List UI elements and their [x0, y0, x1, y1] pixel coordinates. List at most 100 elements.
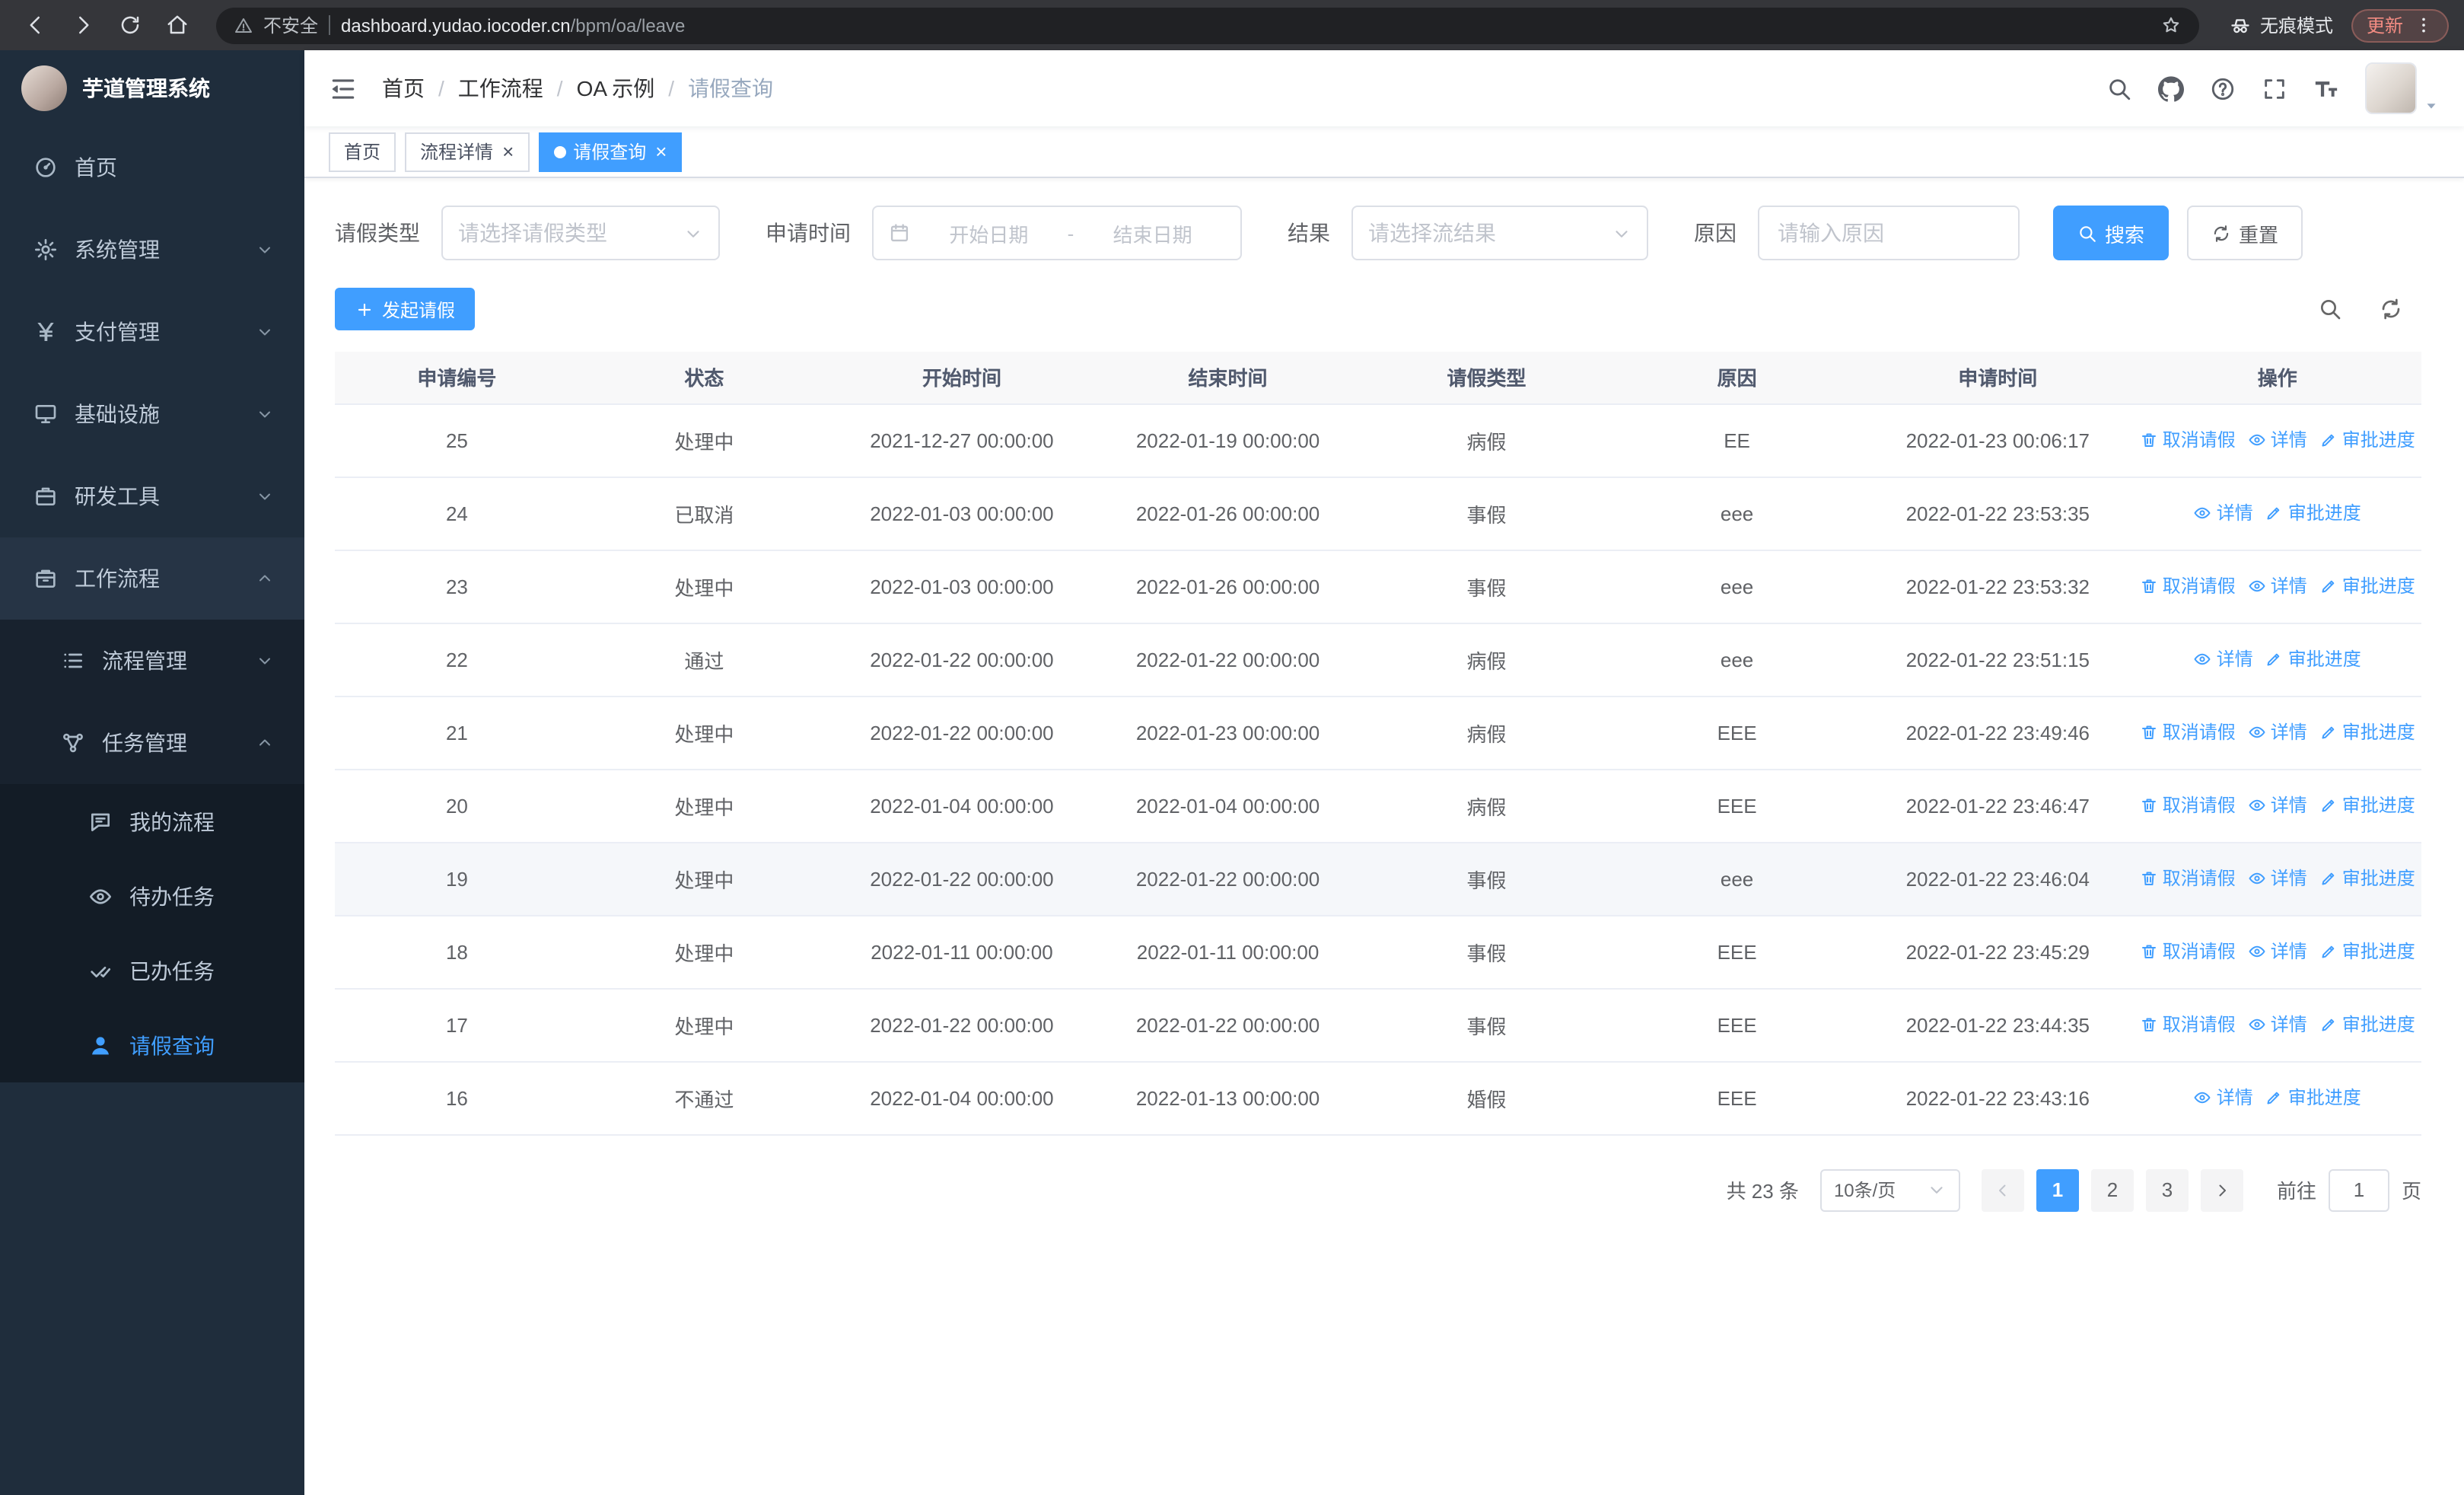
cancel-leave-link[interactable]: 取消请假 [2140, 792, 2236, 818]
detail-link[interactable]: 详情 [2248, 719, 2307, 745]
address-bar[interactable]: 不安全 dashboard.yudao.iocoder.cn/bpm/oa/le… [216, 7, 2199, 43]
close-tab-icon[interactable]: × [655, 142, 667, 161]
cell-leave-type: 事假 [1361, 988, 1612, 1062]
action-label: 审批进度 [2287, 502, 2361, 524]
cancel-leave-link[interactable]: 取消请假 [2140, 939, 2236, 964]
page-size-select[interactable]: 10条/页 [1819, 1168, 1960, 1211]
cell-start-time: 2022-01-22 00:00:00 [829, 842, 1095, 916]
sidebar-item-payment-management[interactable]: 支付管理 [0, 291, 304, 373]
result-select[interactable]: 请选择流结果 [1351, 206, 1648, 260]
cancel-leave-link[interactable]: 取消请假 [2140, 427, 2236, 453]
sidebar-toggle-icon[interactable] [329, 74, 358, 103]
browser-reload-icon[interactable] [110, 14, 151, 37]
edit-icon [2319, 723, 2338, 741]
breadcrumb-separator: / [438, 76, 444, 100]
detail-link[interactable]: 详情 [2248, 939, 2307, 964]
progress-link[interactable]: 审批进度 [2319, 939, 2415, 964]
refresh-table-icon[interactable] [2379, 297, 2403, 321]
cell-leave-type: 事假 [1361, 477, 1612, 550]
sidebar-item-todo-tasks[interactable]: 待办任务 [0, 859, 304, 933]
page-button-3[interactable]: 3 [2145, 1168, 2189, 1211]
breadcrumb-item[interactable]: 工作流程 [458, 73, 543, 104]
cell-status: 处理中 [578, 550, 829, 623]
sidebar-item-system-management[interactable]: 系统管理 [0, 209, 304, 291]
edit-icon [2265, 650, 2284, 668]
apply-time-range-picker[interactable]: 开始日期 - 结束日期 [872, 206, 1242, 260]
close-tab-icon[interactable]: × [502, 142, 514, 161]
progress-link[interactable]: 审批进度 [2265, 646, 2361, 672]
action-label: 详情 [2216, 649, 2253, 671]
header-search-icon[interactable] [2106, 75, 2132, 101]
sidebar-item-task-management[interactable]: 任务管理 [0, 702, 304, 784]
breadcrumb-item[interactable]: 首页 [382, 73, 425, 104]
sidebar-item-done-tasks[interactable]: 已办任务 [0, 933, 304, 1008]
sidebar-item-my-process[interactable]: 我的流程 [0, 784, 304, 859]
cancel-leave-link[interactable]: 取消请假 [2140, 719, 2236, 745]
progress-link[interactable]: 审批进度 [2319, 865, 2415, 891]
fullscreen-icon[interactable] [2262, 75, 2287, 101]
cancel-leave-link[interactable]: 取消请假 [2140, 865, 2236, 891]
detail-link[interactable]: 详情 [2248, 792, 2307, 818]
goto-page-input[interactable] [2328, 1168, 2389, 1211]
progress-link[interactable]: 审批进度 [2319, 573, 2415, 599]
progress-link[interactable]: 审批进度 [2319, 427, 2415, 453]
toggle-search-icon[interactable] [2318, 297, 2342, 321]
progress-link[interactable]: 审批进度 [2319, 719, 2415, 745]
detail-link[interactable]: 详情 [2248, 865, 2307, 891]
sidebar-item-process-management[interactable]: 流程管理 [0, 620, 304, 702]
detail-link[interactable]: 详情 [2194, 500, 2253, 526]
sidebar-item-label: 流程管理 [102, 649, 187, 673]
cell-end-time: 2022-01-26 00:00:00 [1094, 550, 1362, 623]
cancel-leave-link[interactable]: 取消请假 [2140, 573, 2236, 599]
user-avatar-menu[interactable] [2365, 62, 2440, 114]
breadcrumb-item[interactable]: OA 示例 [577, 73, 655, 104]
progress-link[interactable]: 审批进度 [2265, 500, 2361, 526]
detail-link[interactable]: 详情 [2194, 1085, 2253, 1111]
leave-type-select[interactable]: 请选择请假类型 [441, 206, 720, 260]
help-icon[interactable] [2210, 75, 2236, 101]
sidebar-item-dev-tools[interactable]: 研发工具 [0, 455, 304, 537]
next-page-button[interactable] [2200, 1168, 2243, 1211]
reason-input[interactable] [1758, 206, 2020, 260]
cancel-icon [2140, 869, 2158, 888]
detail-link[interactable]: 详情 [2248, 1012, 2307, 1038]
browser-menu-icon[interactable] [2414, 15, 2434, 35]
detail-link[interactable]: 详情 [2248, 573, 2307, 599]
tab-process-detail[interactable]: 流程详情 × [405, 132, 530, 171]
breadcrumb-separator: / [668, 76, 675, 100]
browser-update-button[interactable]: 更新 [2351, 8, 2449, 42]
sidebar-item-home[interactable]: 首页 [0, 126, 304, 209]
reset-button[interactable]: 重置 [2187, 206, 2303, 260]
security-warning-icon[interactable] [234, 16, 253, 34]
cell-status: 已取消 [578, 477, 829, 550]
cell-start-time: 2022-01-22 00:00:00 [829, 623, 1095, 696]
progress-link[interactable]: 审批进度 [2319, 792, 2415, 818]
tab-home[interactable]: 首页 [329, 132, 396, 171]
cancel-leave-link[interactable]: 取消请假 [2140, 1012, 2236, 1038]
tab-leave-query[interactable]: 请假查询 × [538, 132, 683, 171]
app-logo[interactable]: 芋道管理系统 [0, 50, 304, 126]
github-icon[interactable] [2158, 75, 2184, 101]
detail-link[interactable]: 详情 [2194, 646, 2253, 672]
browser-forward-icon[interactable] [62, 14, 103, 37]
cell-status: 处理中 [578, 988, 829, 1062]
detail-link[interactable]: 详情 [2248, 427, 2307, 453]
breadcrumb-separator: / [556, 76, 563, 100]
progress-link[interactable]: 审批进度 [2265, 1085, 2361, 1111]
sidebar-item-workflow[interactable]: 工作流程 [0, 537, 304, 620]
row-actions: 详情 审批进度 [2133, 477, 2421, 550]
create-leave-button[interactable]: 发起请假 [335, 288, 476, 330]
sidebar-item-leave-query[interactable]: 请假查询 [0, 1008, 304, 1082]
bookmark-star-icon[interactable] [2161, 15, 2181, 35]
page-button-1[interactable]: 1 [2036, 1168, 2079, 1211]
font-size-icon[interactable] [2313, 75, 2339, 101]
progress-link[interactable]: 审批进度 [2319, 1012, 2415, 1038]
browser-back-icon[interactable] [15, 14, 56, 37]
page-button-2[interactable]: 2 [2090, 1168, 2134, 1211]
prev-page-button[interactable] [1981, 1168, 2024, 1211]
browser-home-icon[interactable] [157, 14, 198, 37]
sidebar-item-infrastructure[interactable]: 基础设施 [0, 373, 304, 455]
search-button[interactable]: 搜索 [2053, 206, 2170, 260]
table-row: 20 处理中 2022-01-04 00:00:00 2022-01-04 00:00… [335, 769, 2421, 843]
cell-leave-type: 病假 [1361, 696, 1612, 770]
